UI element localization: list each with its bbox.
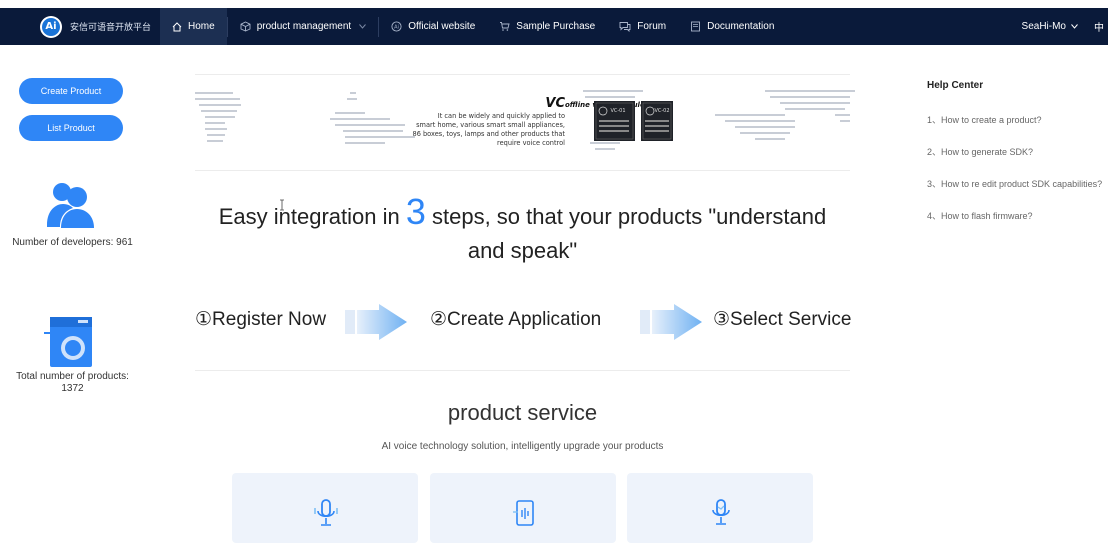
washing-machine-icon <box>44 317 92 367</box>
nav-documentation[interactable]: Documentation <box>678 8 786 45</box>
language-switch[interactable]: 中 <box>1094 19 1108 34</box>
integration-steps: ①Register Now ②Create Application ③Selec… <box>195 304 851 340</box>
divider <box>195 74 850 75</box>
service-card-voice[interactable] <box>232 473 418 543</box>
help-center-title: Help Center <box>927 80 984 91</box>
logo[interactable]: Ai 安信可语音开放平台 <box>0 8 160 45</box>
banner-title-vc: VC <box>545 96 565 111</box>
nav-official-website[interactable]: Ai Official website <box>379 8 487 45</box>
arrow-right-icon <box>345 304 407 340</box>
home-icon <box>172 21 182 31</box>
help-link-flash-firmware[interactable]: 4、How to flash firmware? <box>927 209 1108 241</box>
svg-text:VC-02: VC-02 <box>654 108 669 114</box>
user-name: SeaHi-Mo <box>1021 21 1066 32</box>
products-count-value: 1372 <box>61 383 84 394</box>
service-title: product service <box>447 400 598 425</box>
help-link-create-product[interactable]: 1、How to create a product? <box>927 113 1108 145</box>
step-select-service[interactable]: ③Select Service <box>713 308 851 331</box>
nav-sample-purchase[interactable]: Sample Purchase <box>487 8 607 45</box>
divider <box>195 170 850 171</box>
user-menu[interactable]: SeaHi-Mo <box>1022 21 1094 32</box>
headline-part-2: steps, so that your products "understand <box>425 204 827 229</box>
nav-home-label: Home <box>188 21 215 32</box>
vc01-chip-image: VC-01 <box>594 101 635 141</box>
top-strip <box>0 0 1108 8</box>
step-register[interactable]: ①Register Now <box>195 308 326 331</box>
banner-line-3: 86 boxes, toys, lamps and other products… <box>413 130 566 138</box>
nav-documentation-label: Documentation <box>707 21 775 32</box>
cube-icon <box>240 21 251 32</box>
service-card-speech[interactable] <box>627 473 813 543</box>
nav-product-management-label: product management <box>256 21 352 32</box>
doc-icon <box>691 21 701 32</box>
cart-icon <box>500 22 510 31</box>
list-product-button[interactable]: List Product <box>19 115 123 141</box>
banner-line-1: It can be widely and quickly applied to <box>438 112 565 120</box>
headline: Easy integration in 3 steps, so that you… <box>190 194 855 268</box>
products-count: Total number of products: 1372 <box>0 371 145 395</box>
service-subtitle: AI voice technology solution, intelligen… <box>381 441 664 452</box>
help-link-generate-sdk[interactable]: 2、How to generate SDK? <box>927 145 1108 177</box>
banner-line-4: require voice control <box>497 139 565 147</box>
microphone-icon <box>314 499 338 526</box>
nav-official-website-label: Official website <box>408 21 476 32</box>
nav-forum[interactable]: Forum <box>607 8 678 45</box>
headline-part-1: Easy integration in <box>218 204 406 229</box>
ai-circle-icon: Ai <box>391 21 402 32</box>
svg-text:Ai: Ai <box>394 24 399 30</box>
create-product-button[interactable]: Create Product <box>19 78 123 104</box>
nav-home[interactable]: Home <box>160 8 227 45</box>
chevron-down-icon <box>1071 24 1078 29</box>
nav-forum-label: Forum <box>637 21 667 32</box>
banner-line-2: smart home, various smart small applianc… <box>416 121 565 129</box>
text-cursor-icon <box>280 199 284 211</box>
microphone-wave-icon <box>712 499 730 525</box>
chevron-down-icon <box>359 24 367 29</box>
nav-sample-purchase-label: Sample Purchase <box>516 21 596 32</box>
svg-text:VC-01: VC-01 <box>610 108 625 114</box>
nav-product-management[interactable]: product management <box>228 8 379 45</box>
top-navbar: Ai 安信可语音开放平台 Home product management Ai … <box>0 8 1108 45</box>
developers-count: Number of developers: 961 <box>12 237 133 248</box>
products-count-label: Total number of products: <box>16 371 129 382</box>
headline-number: 3 <box>405 191 426 232</box>
vc02-chip-image: VC-02 <box>641 101 673 141</box>
divider <box>195 370 850 371</box>
chat-icon <box>619 22 631 32</box>
step-create-application[interactable]: ②Create Application <box>430 308 601 331</box>
ai-logo-icon: Ai <box>40 15 62 38</box>
service-card-device[interactable] <box>430 473 616 543</box>
help-center: Help Center 1、How to create a product? 2… <box>927 80 1108 241</box>
arrow-right-icon <box>640 304 702 340</box>
headline-line-2: and speak" <box>467 238 578 263</box>
vc-module-banner: VC offline voice module It can be widely… <box>195 90 855 150</box>
help-link-reedit-sdk[interactable]: 3、How to re edit product SDK capabilitie… <box>927 177 1108 209</box>
phone-signal-icon <box>513 500 534 526</box>
logo-text: 安信可语音开放平台 <box>70 22 152 32</box>
developers-icon <box>47 183 94 228</box>
